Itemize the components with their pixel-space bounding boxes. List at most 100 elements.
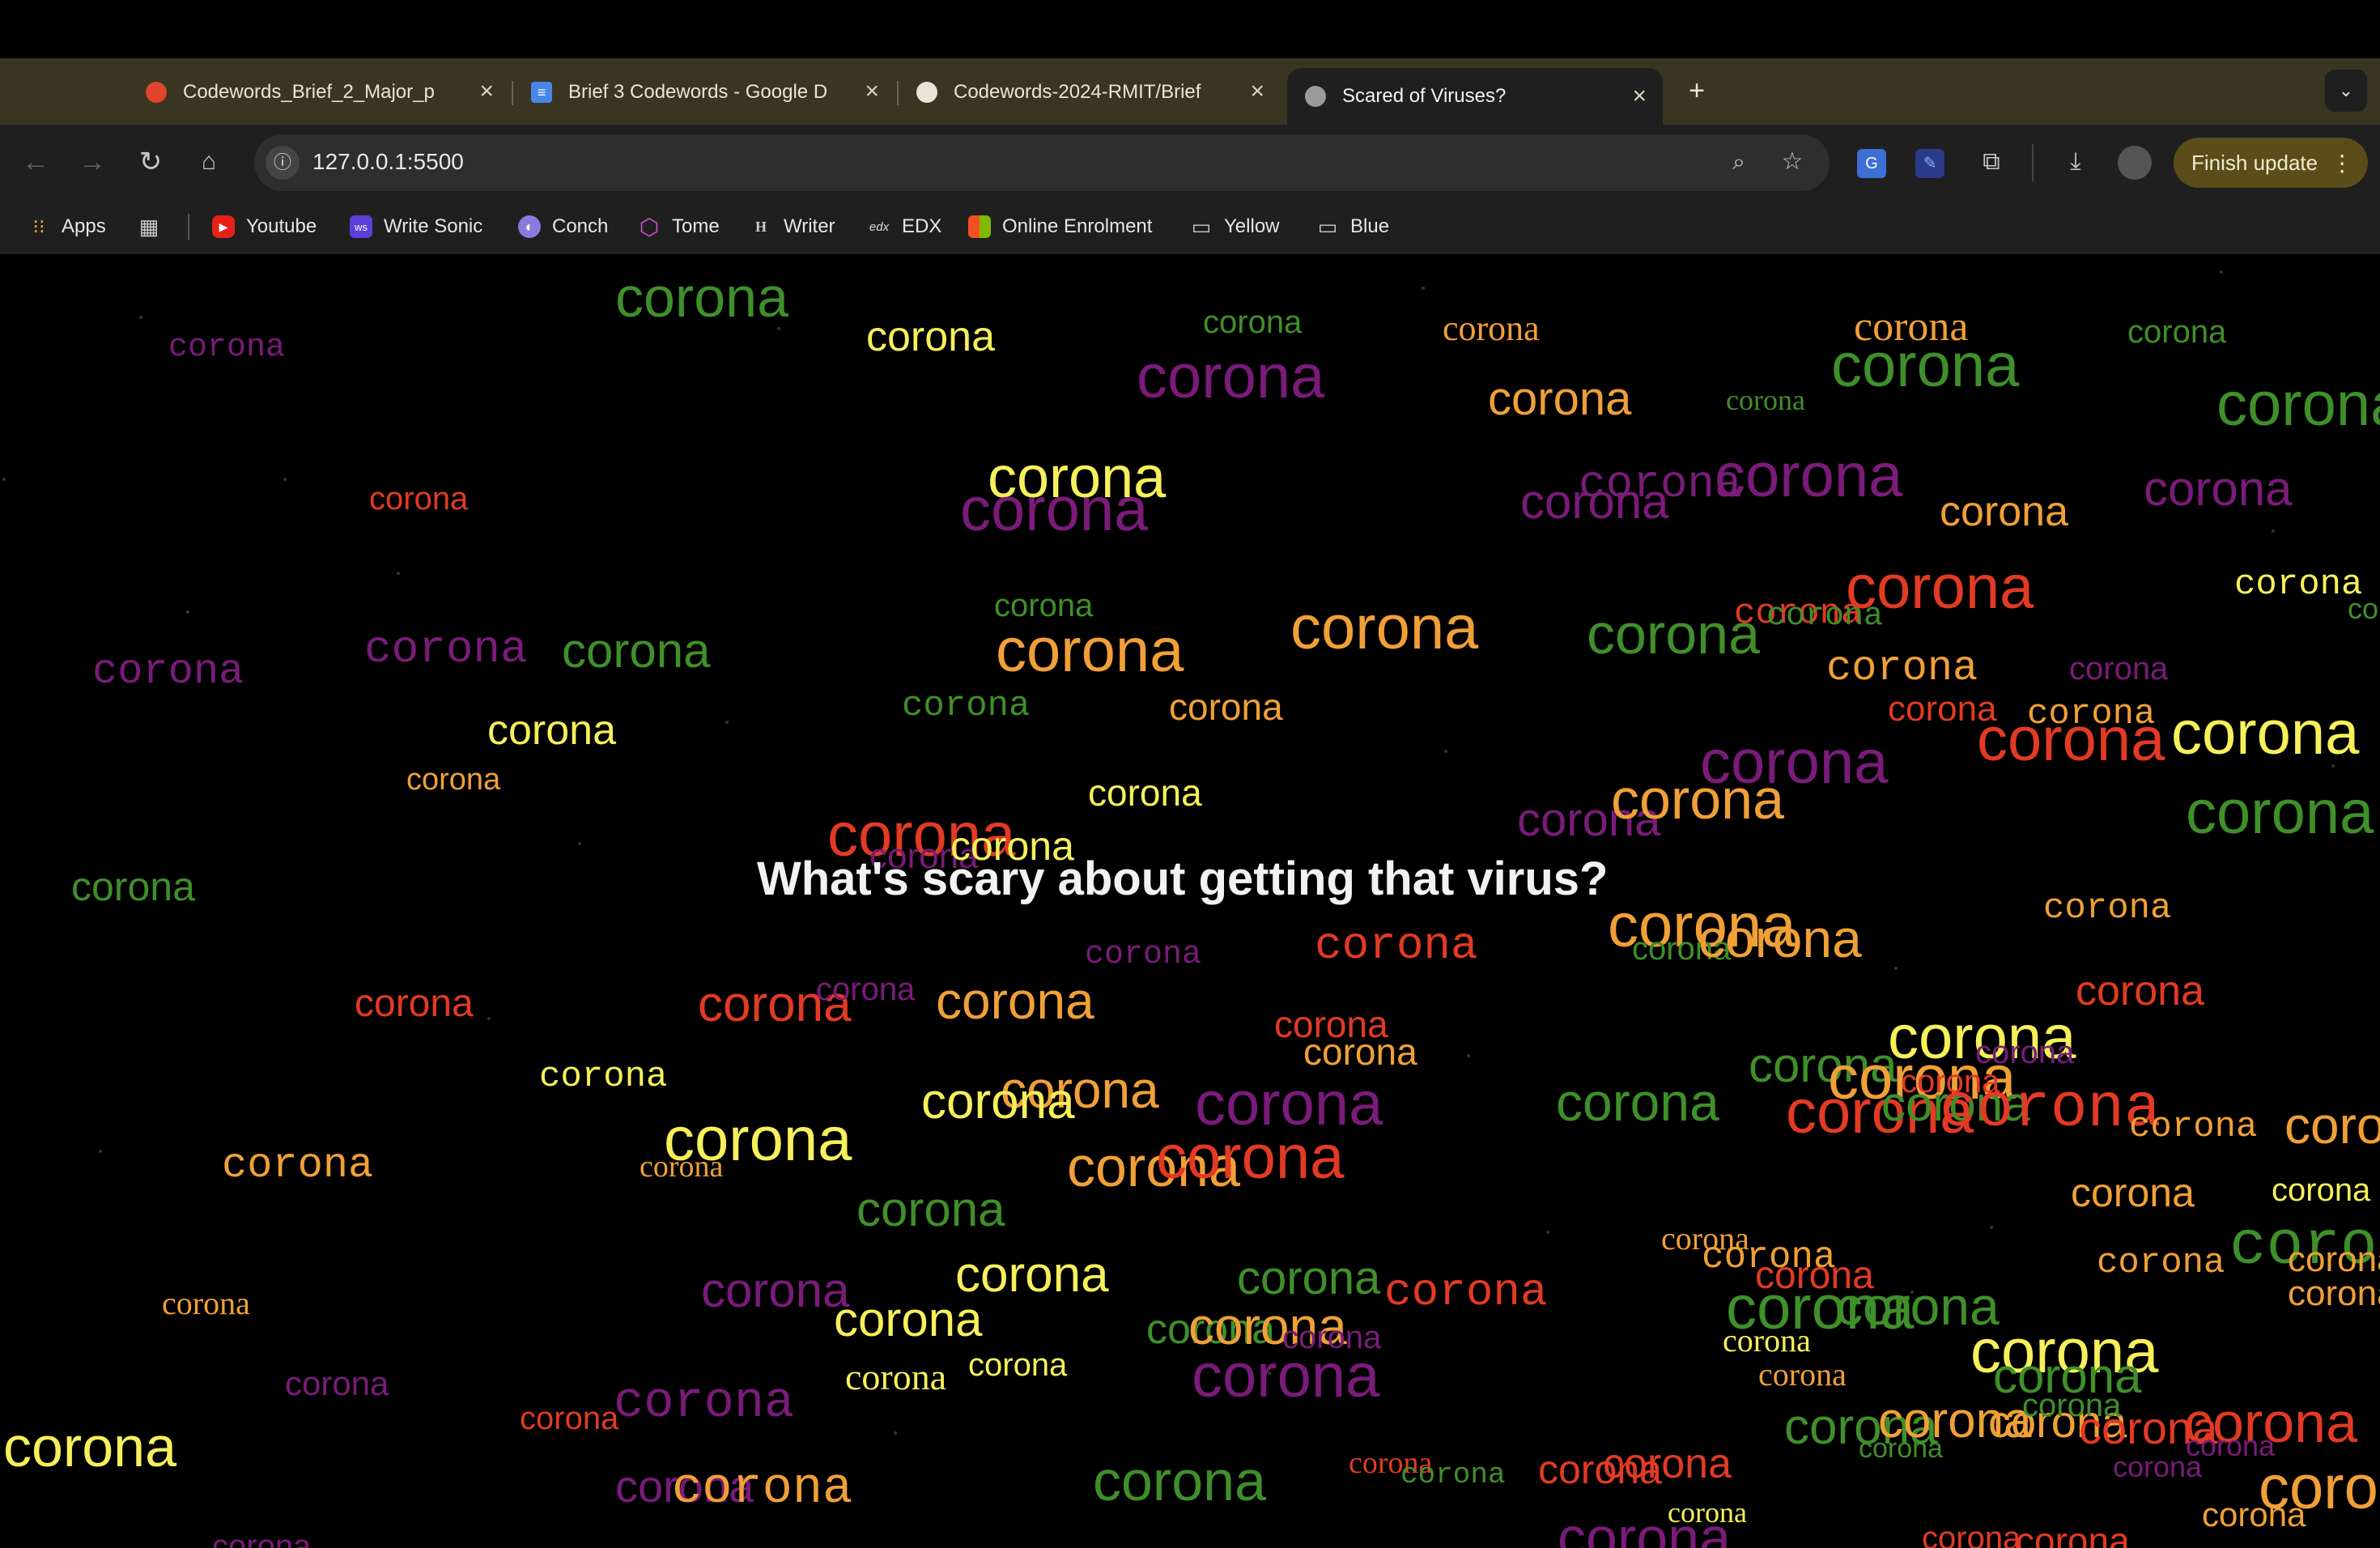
corona-word: corona (856, 1182, 1005, 1236)
star-dot (2, 478, 6, 481)
corona-word: corona (614, 1374, 795, 1431)
star-dot (2272, 529, 2275, 533)
back-icon[interactable]: ← (18, 146, 53, 178)
tab-codewords-github[interactable]: Codewords-2024-RMIT/Brief × (916, 70, 1264, 115)
star-dot (99, 1150, 102, 1153)
github-icon (916, 82, 937, 103)
corona-word: corona (364, 623, 528, 675)
bookmark-label: Apps (62, 215, 106, 237)
translate-extension-icon[interactable]: G (1857, 149, 1886, 178)
corona-word: corona (2186, 778, 2374, 847)
extensions-puzzle-icon[interactable]: ⧉ (1974, 146, 2009, 178)
corona-word: corona (92, 648, 244, 695)
apps-grid-icon: ⁝⁝ (32, 215, 45, 238)
bookmark-youtube[interactable]: ▶ Youtube (212, 212, 317, 241)
bookmark-divider (188, 214, 189, 240)
tab-title: Codewords-2024-RMIT/Brief (954, 81, 1201, 103)
corona-word: corona (2127, 314, 2227, 350)
reload-icon[interactable]: ↻ (133, 146, 168, 178)
bookmark-apps[interactable]: ⁝⁝ Apps (28, 212, 106, 241)
star-dot (894, 1431, 897, 1435)
corona-word: corona (1940, 1074, 2161, 1144)
avatar[interactable] (2118, 146, 2152, 180)
bookmark-folder-blue[interactable]: ▭ Blue (1316, 212, 1389, 241)
corona-word: corona (1831, 331, 2020, 400)
close-icon[interactable]: × (1250, 79, 1264, 104)
star-dot (2331, 764, 2335, 768)
corona-word: corona (701, 1263, 850, 1317)
tab-title: Scared of Viruses? (1342, 85, 1507, 107)
tab-search-icon[interactable]: ⌄ (2325, 70, 2367, 112)
finish-update-button[interactable]: Finish update ⋮ (2174, 138, 2368, 188)
corona-word: corona (487, 707, 616, 754)
close-icon[interactable]: × (479, 79, 494, 104)
bookmark-folder-yellow[interactable]: ▭ Yellow (1190, 212, 1280, 241)
star-dot (2114, 1472, 2118, 1475)
corona-word: corona (285, 1364, 389, 1402)
corona-word: corona (615, 266, 789, 329)
corona-word: corona (968, 1347, 1068, 1383)
corona-word: corona (1093, 1449, 1267, 1512)
site-info-icon[interactable]: ⓘ (266, 146, 300, 180)
new-tab-icon[interactable]: + (1679, 74, 1715, 107)
corona-word: corona (71, 864, 195, 909)
corona-word: corona (2171, 699, 2360, 768)
corona-word: corona (562, 623, 711, 678)
tab-scared-of-viruses[interactable]: Scared of Viruses? × (1287, 68, 1663, 125)
corona-word: corona (834, 1292, 983, 1346)
corona-word: corona (1290, 593, 1479, 662)
corona-word: corona (672, 1460, 853, 1517)
tab-codewords-brief-2[interactable]: Codewords_Brief_2_Major_p × (146, 70, 494, 115)
corona-word: corona (2259, 1453, 2380, 1522)
corona-word: corona (1558, 1506, 1732, 1548)
corona-word: corona (902, 686, 1031, 726)
corona-word: corona (2348, 592, 2380, 625)
forward-icon[interactable]: → (74, 146, 110, 178)
bookmark-label: Youtube (246, 215, 317, 237)
close-icon[interactable]: × (865, 79, 879, 104)
globe-icon (1305, 86, 1326, 107)
bookmark-label: EDX (902, 215, 942, 237)
corona-word: corona (1488, 372, 1632, 425)
star-dot (1268, 1372, 1271, 1375)
close-icon[interactable]: × (1632, 84, 1647, 108)
corona-word: corona (369, 481, 469, 517)
bookmark-writer[interactable]: H Writer (750, 212, 835, 241)
corona-word: corona (2016, 1520, 2130, 1548)
home-icon[interactable]: ⌂ (191, 146, 227, 178)
corona-word: corona (2288, 1240, 2380, 1279)
bookmark-star-icon[interactable]: ☆ (1774, 146, 1810, 178)
corona-word: corona (1698, 908, 1862, 968)
toolbar-divider (2032, 144, 2034, 181)
zoom-icon[interactable]: ⌕ (1721, 146, 1757, 178)
tab-brief-3-codewords[interactable]: ≡ Brief 3 Codewords - Google D × (531, 70, 879, 115)
corona-word: corona (1237, 1252, 1381, 1304)
bookmark-tab-groups[interactable]: ▦ (138, 212, 172, 241)
corona-word: corona (1303, 1031, 1417, 1073)
corona-word: corona (866, 313, 995, 360)
corona-word: corona (1088, 772, 1202, 814)
address-bar[interactable] (254, 134, 1830, 191)
corona-word: corona (2113, 1450, 2203, 1483)
bookmark-online-enrolment[interactable]: Online Enrolment (968, 212, 1152, 241)
bookmark-write-sonic[interactable]: ws Write Sonic (350, 212, 482, 241)
corona-word: corona (355, 982, 474, 1025)
star-dot (777, 327, 780, 330)
corona-word: corona (921, 1074, 1075, 1129)
bookmark-conch[interactable]: ◐ Conch (518, 212, 608, 241)
bookmark-label: Writer (784, 215, 835, 237)
bookmark-tome[interactable]: ⬡ Tome (638, 212, 720, 241)
url-text[interactable]: 127.0.0.1:5500 (312, 149, 464, 175)
bookmark-label: Yellow (1224, 215, 1280, 237)
corona-word: corona (936, 972, 1094, 1030)
star-dot (1910, 1291, 1914, 1294)
corona-word: corona (1826, 644, 1978, 692)
corona-word: corona (2129, 1107, 2258, 1147)
corona-word: corona (168, 330, 286, 366)
bookmark-label: Conch (552, 215, 609, 237)
extension-icon[interactable]: ✎ (1915, 149, 1944, 178)
bookmark-edx[interactable]: edx EDX (868, 212, 941, 241)
download-icon[interactable]: ⤓ (2058, 146, 2093, 178)
corona-word: corona (1975, 1035, 2075, 1070)
corona-word: corona (1169, 686, 1283, 728)
